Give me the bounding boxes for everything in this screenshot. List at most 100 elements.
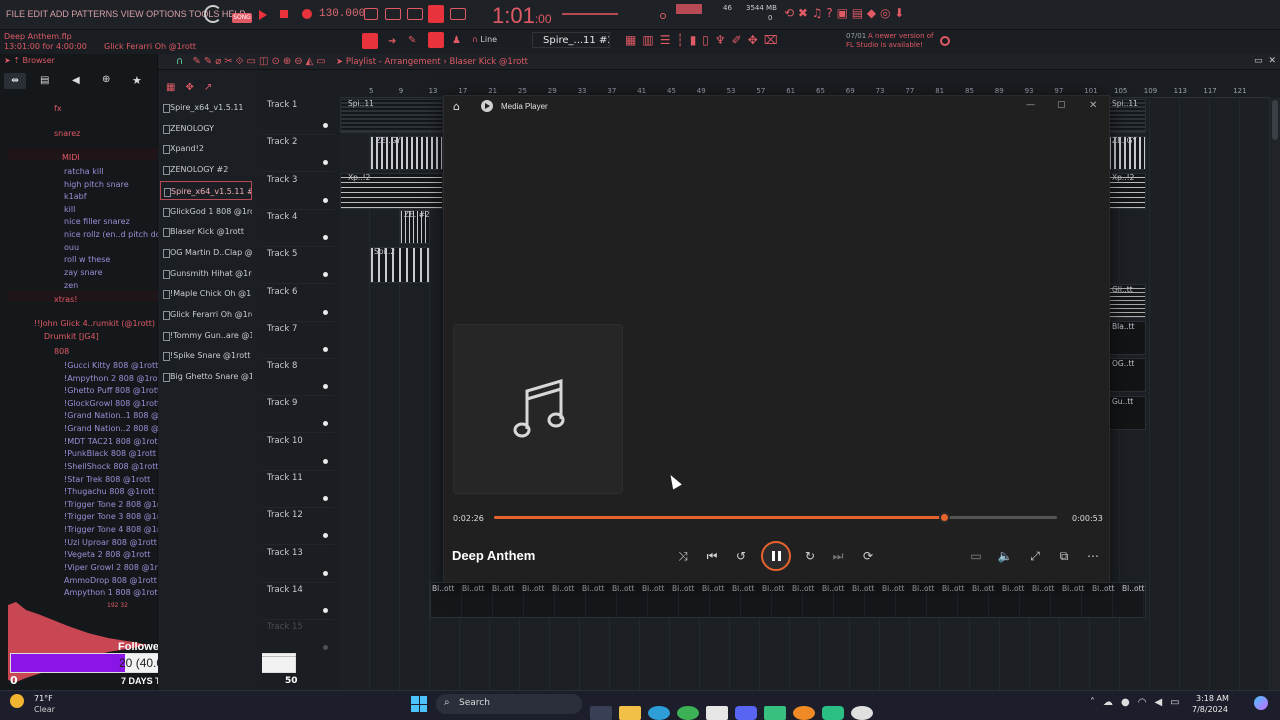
discord-icon[interactable]	[735, 706, 757, 720]
browser-item[interactable]: !Thugachu 808 @1rott	[64, 487, 154, 496]
clock-date[interactable]: 7/8/2024	[1192, 705, 1228, 714]
channel-1[interactable]: Spire_x64_v1.5.11	[160, 98, 252, 117]
track-mute-dot[interactable]	[323, 160, 328, 166]
channel-rack-icon[interactable]: ☰	[660, 33, 677, 47]
playlist-scroll-thumb[interactable]	[1272, 100, 1278, 140]
arrow-right-icon[interactable]: ➜	[388, 36, 396, 47]
cart-icon[interactable]: ⌧	[764, 33, 784, 47]
channel-14[interactable]: Big Ghetto Snare @1rott	[160, 367, 252, 386]
browser-item[interactable]: Drumkit [JG4]	[44, 332, 99, 341]
blend-notes-icon[interactable]	[428, 5, 444, 23]
browser-item[interactable]: ratcha kill	[64, 167, 104, 176]
tool-icons[interactable]: ✎✎⌀✂⟐▭◫⊙⊕⊖◭▭	[193, 56, 329, 67]
track-header-15[interactable]: Track 15	[262, 620, 334, 658]
browser-item[interactable]: xtras!	[54, 295, 77, 304]
stamp-icon[interactable]: ♟	[452, 35, 461, 46]
browser-item[interactable]: !!John Glick 4..rumkit (@1rott)	[34, 319, 155, 328]
browser-item[interactable]: k1abf	[64, 192, 87, 201]
snap-select[interactable]: ∩ Line	[472, 35, 497, 44]
channel-edit-icon[interactable]: ↗	[204, 82, 222, 93]
browser-item[interactable]: !ShellShock 808 @1rott	[64, 462, 159, 471]
task-view-icon[interactable]	[590, 706, 612, 720]
tray-volume-icon[interactable]: ◀	[1154, 697, 1170, 708]
tray-cloud-icon[interactable]: ☁	[1103, 697, 1121, 708]
browser-back-button[interactable]: ⇹	[4, 73, 26, 89]
store-icon[interactable]	[706, 706, 728, 720]
plugin-db-icon[interactable]: ▮	[690, 33, 703, 47]
track-mute-dot[interactable]	[323, 570, 328, 576]
menu-edit[interactable]: EDIT	[28, 9, 48, 19]
more-options-icon[interactable]: ⋯	[1084, 547, 1102, 565]
menu-options[interactable]: OPTIONS	[146, 9, 187, 19]
magnet-snap-icon[interactable]: ∩	[176, 56, 186, 67]
mic-icon[interactable]: ♫	[812, 6, 823, 20]
rewind-10-icon[interactable]: ↺	[732, 547, 750, 565]
browser-item[interactable]: !MDT TAC21 808 @1rott	[64, 437, 161, 446]
repeat-icon[interactable]: ⟳	[859, 547, 877, 565]
channel-5[interactable]: Spire_x64_v1.5.11 #2	[160, 180, 252, 200]
browser-item[interactable]: !Vegeta 2 808 @1rott	[64, 550, 150, 559]
media-player-home-icon[interactable]: ⌂	[453, 100, 460, 113]
paint-icon[interactable]	[428, 32, 444, 48]
media-player-maximize-icon[interactable]: ▢	[1057, 100, 1066, 110]
track-mute-dot[interactable]	[323, 234, 328, 240]
piano-roll-icon[interactable]: ▥	[642, 33, 659, 47]
channel-2[interactable]: ZENOLOGY	[160, 119, 252, 138]
browser-item[interactable]: Ampython 1 808 @1rott	[64, 588, 161, 597]
browser-item[interactable]: high pitch snare	[64, 180, 129, 189]
news-line2[interactable]: FL Studio is available!	[846, 41, 923, 49]
browser-item[interactable]: MIDI	[62, 153, 80, 162]
edge-icon[interactable]	[648, 706, 670, 720]
mini-player-icon[interactable]: ⧉	[1055, 547, 1073, 565]
track-mute-dot[interactable]	[323, 458, 328, 464]
media-player-minimize-icon[interactable]: —	[1026, 100, 1035, 110]
track-mute-dot[interactable]	[323, 533, 328, 539]
browser-speaker-icon[interactable]: ◀	[72, 75, 80, 86]
menu-view[interactable]: VIEW	[121, 9, 144, 19]
track-header-10[interactable]: Track 10	[262, 434, 334, 471]
loop-record-icon[interactable]	[385, 8, 401, 20]
volume-icon[interactable]: 🔈	[996, 547, 1014, 565]
fl-studio-icon[interactable]	[793, 706, 815, 720]
track-mute-dot[interactable]	[323, 346, 328, 352]
browser-item[interactable]: snarez	[54, 129, 80, 138]
browser-item[interactable]: !GlockGrowl 808 @1rott	[64, 399, 160, 408]
browser-item[interactable]: kill	[64, 205, 75, 214]
track-header-2[interactable]: Track 2	[262, 135, 334, 173]
browser-item[interactable]: !Star Trek 808 @1rott	[64, 475, 150, 484]
channel-4[interactable]: ZENOLOGY #2	[160, 160, 252, 179]
track-header-8[interactable]: Track 8	[262, 359, 334, 397]
brush-icon[interactable]: ✐	[732, 33, 748, 47]
playlist-scrollbar[interactable]	[1270, 98, 1280, 690]
track-mute-dot[interactable]	[323, 645, 328, 651]
channel-6[interactable]: GlickGod 1 808 @1rott	[160, 202, 252, 221]
taskbar-search[interactable]: ⌕ Search	[436, 694, 582, 714]
shuffle-icon[interactable]: ⤨	[674, 547, 692, 565]
channel-3[interactable]: Xpand!2	[160, 139, 252, 158]
tray-mic-icon[interactable]: ●	[1121, 697, 1138, 708]
app-icon-green[interactable]	[822, 706, 844, 720]
browser-files-icon[interactable]: ▤	[40, 75, 49, 86]
track-header-13[interactable]: Track 13	[262, 546, 334, 583]
browser-item[interactable]: !Gucci Kitty 808 @1rott	[64, 361, 158, 370]
browser-item[interactable]: !Viper Growl 2 808 @1rott	[64, 563, 169, 572]
browser-item[interactable]: zen	[64, 281, 78, 290]
track-mute-dot[interactable]	[323, 496, 328, 501]
export-icon[interactable]: ⬇	[894, 6, 904, 20]
wait-input-icon[interactable]	[450, 8, 466, 20]
track-mute-dot[interactable]	[323, 384, 328, 390]
weather-icon[interactable]	[10, 694, 24, 708]
tempo-icon[interactable]: ┆	[676, 33, 689, 47]
browser-item[interactable]: AmmoDrop 808 @1rott	[64, 576, 157, 585]
previous-icon[interactable]: ⏮	[703, 547, 721, 565]
browser-item[interactable]: roll w these	[64, 255, 110, 264]
channel-13[interactable]: !Spike Snare @1rott	[160, 346, 252, 365]
tray-wifi-icon[interactable]: ◠	[1138, 697, 1155, 708]
track-header-14[interactable]: Track 14	[262, 583, 334, 620]
media-player-taskbar-icon[interactable]	[851, 706, 873, 720]
track-header-7[interactable]: Track 7	[262, 322, 334, 359]
channel-10[interactable]: !Maple Chick Oh @1rott	[160, 284, 252, 303]
master-volume-knob[interactable]	[660, 13, 666, 19]
track-header-9[interactable]: Track 9	[262, 396, 334, 434]
hand-icon[interactable]: ✥	[748, 33, 764, 47]
